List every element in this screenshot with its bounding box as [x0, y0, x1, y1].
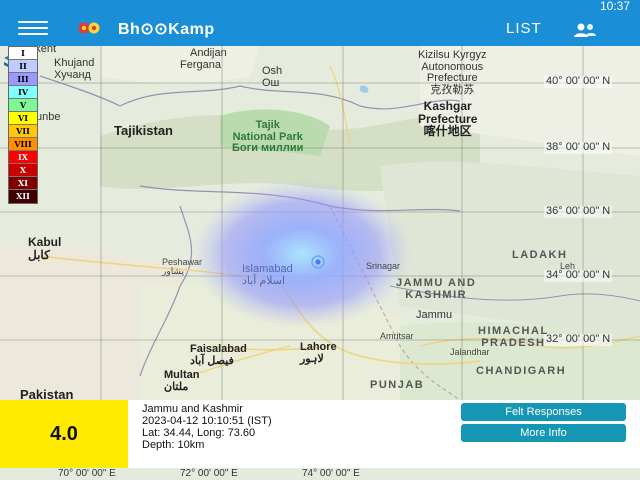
list-button[interactable]: LIST	[506, 20, 542, 37]
longitude-label: 70° 00' 00" E	[58, 468, 116, 479]
event-region: Jammu and Kashmir	[142, 403, 243, 415]
latitude-label: 34° 00' 00" N	[544, 269, 613, 282]
shake-intensity-area	[192, 180, 412, 328]
map-label-jammu: Jammu	[416, 309, 453, 321]
app-title: Bh⊙⊙Kamp	[118, 21, 215, 38]
legend-level-ii: II	[9, 60, 37, 73]
legend-level-xi: XI	[9, 177, 37, 190]
map-label-jalandhar: Jalandhar	[450, 347, 490, 357]
longitude-label: 74° 00' 00" E	[302, 468, 360, 479]
intensity-legend: I II III IV V VI VII VIII IX X XI XII	[8, 46, 38, 204]
longitude-label: 72° 00' 00" E	[180, 468, 238, 479]
map-label-islamabad: Islamabad اسلام آباد	[242, 263, 293, 287]
map-label-amritsar: Amritsar	[380, 331, 414, 341]
latitude-label: 38° 00' 00" N	[544, 141, 613, 154]
event-details: Jammu and Kashmir 2023-04-12 10:10:51 (I…	[142, 403, 272, 451]
legend-level-i: I	[9, 47, 37, 60]
logo-icon	[78, 22, 100, 34]
latitude-label: 32° 00' 00" N	[544, 333, 613, 346]
map-label-chandigarh: CHANDIGARH	[476, 365, 567, 377]
map-label-tajik-national-park: Tajik National Park Боги миллии	[232, 119, 304, 155]
felt-responses-button[interactable]: Felt Responses	[461, 403, 626, 421]
event-info-panel[interactable]: 4.0 Jammu and Kashmir 2023-04-12 10:10:5…	[0, 400, 640, 468]
latitude-label: 40° 00' 00" N	[544, 75, 613, 88]
map-label-faisalabad: Faisalabad فیصل آباد	[190, 343, 247, 367]
map-label-pakistan: Pakistan	[20, 387, 74, 400]
magnitude-value: 4.0	[50, 422, 78, 445]
legend-level-xii: XII	[9, 190, 37, 203]
magnitude-box: 4.0	[0, 400, 128, 468]
map-label-tajikistan: Tajikistan	[114, 123, 174, 138]
map-label-fergana: Fergana	[180, 59, 221, 71]
map-label-dushanbe: unbe	[36, 111, 61, 123]
map-label-punjab: PUNJAB	[370, 379, 425, 391]
users-icon[interactable]	[572, 22, 598, 38]
map-label-lahore: Lahore لاہور	[300, 341, 337, 365]
map-view[interactable]: Tashkent Andijan Khujand Хучанд Fergana …	[0, 46, 640, 400]
event-depth: Depth: 10km	[142, 439, 205, 451]
legend-level-vi: VI	[9, 112, 37, 125]
legend-level-vii: VII	[9, 125, 37, 138]
map-label-peshawar: Peshawar پشاور	[162, 257, 203, 277]
longitude-strip: 70° 00' 00" E 72° 00' 00" E 74° 00' 00" …	[0, 468, 640, 480]
hamburger-menu-icon[interactable]	[18, 21, 48, 37]
map-label-himachal: HIMACHAL PRADESH	[478, 325, 549, 349]
latitude-label: 36° 00' 00" N	[544, 205, 613, 218]
legend-level-iv: IV	[9, 86, 37, 99]
epicenter-dot	[315, 259, 321, 265]
map-label-kabul: Kabul کابل	[28, 235, 62, 262]
map-label-ladakh: LADAKH	[512, 249, 568, 261]
legend-level-viii: VIII	[9, 138, 37, 151]
map-label-srinagar: Srinagar	[366, 261, 401, 271]
more-info-button[interactable]: More Info	[461, 424, 626, 442]
legend-level-ix: IX	[9, 151, 37, 164]
map-label-kashgar: Kashgar Prefecture 喀什地区	[418, 99, 478, 139]
map-label-kizilsu: Kizilsu Kyrgyz Autonomous Prefecture 克孜勒…	[418, 49, 487, 96]
legend-level-x: X	[9, 164, 37, 177]
status-bar: 10:37	[0, 0, 640, 12]
map-label-jammu-kashmir: JAMMU AND KASHMIR	[396, 277, 477, 301]
map-label-andijan: Andijan	[190, 47, 227, 59]
legend-level-v: V	[9, 99, 37, 112]
map-label-khujand: Khujand Хучанд	[54, 57, 95, 81]
event-datetime: 2023-04-12 10:10:51 (IST)	[142, 415, 272, 427]
event-coordinates: Lat: 34.44, Long: 73.60	[142, 427, 256, 439]
map-label-osh: Osh Ош	[262, 65, 283, 89]
legend-level-iii: III	[9, 73, 37, 86]
app-bar: Bh⊙⊙Kamp LIST	[0, 10, 640, 46]
map-label-multan: Multan ملتان	[164, 369, 200, 393]
